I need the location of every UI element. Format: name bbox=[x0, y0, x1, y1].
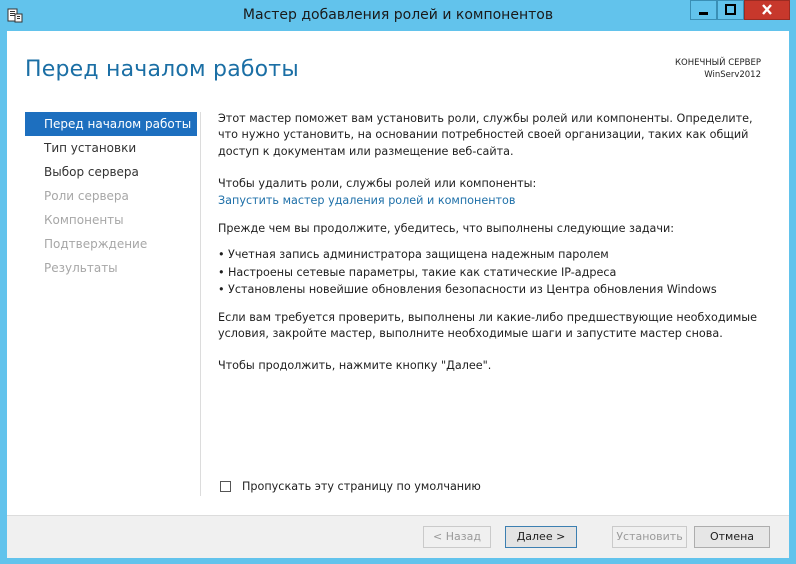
nav-item-features: Компоненты bbox=[44, 213, 124, 227]
tasks-list: Учетная запись администратора защищена н… bbox=[218, 247, 758, 299]
destination-server: КОНЕЧНЫЙ СЕРВЕР WinServ2012 bbox=[675, 57, 761, 81]
nav-divider bbox=[200, 112, 201, 496]
wizard-content: Этот мастер поможет вам установить роли,… bbox=[218, 111, 758, 375]
remove-wizard-link[interactable]: Запустить мастер удаления ролей и компон… bbox=[218, 194, 516, 207]
intro-text: Этот мастер поможет вам установить роли,… bbox=[218, 112, 753, 158]
maximize-icon bbox=[725, 4, 736, 15]
nav-item-before-you-begin[interactable]: Перед началом работы bbox=[25, 112, 197, 136]
wizard-client-area: Перед началом работы КОНЕЧНЫЙ СЕРВЕР Win… bbox=[7, 31, 789, 558]
window-title: Мастер добавления ролей и компонентов bbox=[242, 7, 554, 23]
back-button[interactable]: < Назад bbox=[423, 526, 491, 548]
destination-server-name: WinServ2012 bbox=[704, 70, 761, 80]
next-button[interactable]: Далее > bbox=[505, 526, 577, 548]
install-button[interactable]: Установить bbox=[612, 526, 687, 548]
minimize-button[interactable] bbox=[690, 0, 717, 20]
nav-item-confirmation: Подтверждение bbox=[44, 237, 148, 251]
check-text: Если вам требуется проверить, выполнены … bbox=[218, 310, 757, 341]
nav-item-installation-type[interactable]: Тип установки bbox=[25, 136, 197, 160]
nav-item-results: Результаты bbox=[44, 261, 118, 275]
maximize-button[interactable] bbox=[717, 0, 744, 20]
wizard-footer: < Назад Далее > Установить Отмена bbox=[7, 515, 789, 558]
skip-page-label: Пропускать эту страницу по умолчанию bbox=[242, 480, 481, 493]
minimize-icon bbox=[699, 12, 708, 15]
cancel-button[interactable]: Отмена bbox=[694, 526, 770, 548]
wizard-window: Мастер добавления ролей и компонентов Пе… bbox=[0, 0, 796, 564]
remove-text: Чтобы удалить роли, службы ролей или ком… bbox=[218, 177, 537, 191]
close-icon bbox=[762, 4, 772, 15]
nav-item-server-roles: Роли сервера bbox=[44, 189, 129, 203]
wizard-nav: Перед началом работы Тип установки Выбор… bbox=[25, 112, 197, 280]
tasks-intro: Прежде чем вы продолжите, убедитесь, что… bbox=[218, 222, 675, 236]
title-bar[interactable]: Мастер добавления ролей и компонентов bbox=[0, 0, 796, 32]
nav-item-server-selection[interactable]: Выбор сервера bbox=[25, 160, 197, 184]
destination-server-label: КОНЕЧНЫЙ СЕРВЕР bbox=[674, 58, 761, 68]
list-item: Настроены сетевые параметры, такие как с… bbox=[218, 265, 758, 282]
list-item: Учетная запись администратора защищена н… bbox=[218, 247, 758, 264]
close-button[interactable] bbox=[744, 0, 790, 20]
continue-text: Чтобы продолжить, нажмите кнопку "Далее"… bbox=[218, 359, 492, 373]
skip-page-option[interactable]: Пропускать эту страницу по умолчанию bbox=[220, 480, 481, 493]
list-item: Установлены новейшие обновления безопасн… bbox=[218, 282, 758, 299]
page-title: Перед началом работы bbox=[25, 57, 299, 82]
skip-page-checkbox[interactable] bbox=[220, 481, 231, 492]
